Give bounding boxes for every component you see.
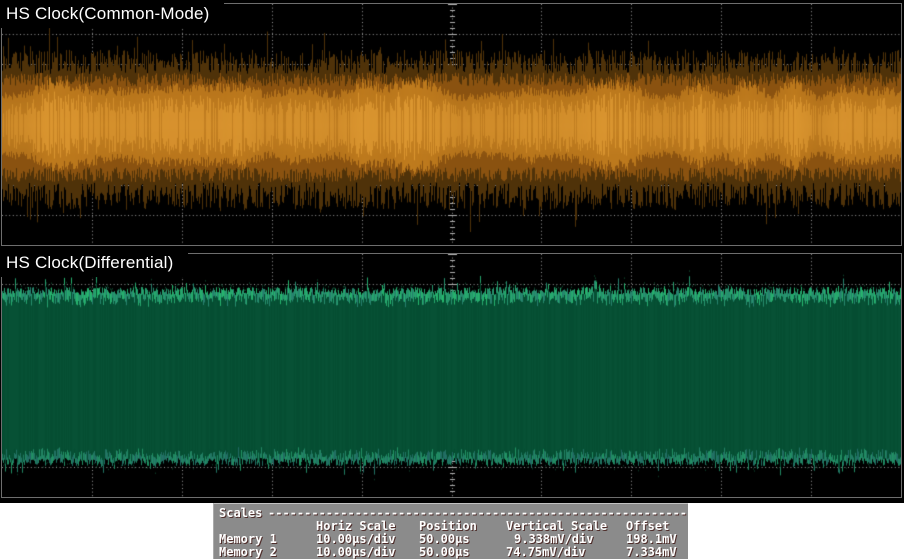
waveform-display-area: HS Clock(Common-Mode) HS Clock(Different… (0, 0, 904, 503)
scales-header-row: Horiz Scale Position Vertical Scale Offs… (214, 519, 688, 532)
vertical-scale-value: 9.338mV/div (514, 532, 593, 546)
position-value: 50.00µs (419, 545, 470, 559)
panel-differential (1, 253, 902, 498)
position-value: 50.00µs (419, 532, 470, 546)
scales-readout-panel: Scales ---------------------------------… (213, 503, 688, 559)
col-header-position: Position (419, 519, 477, 533)
panel-title-differential: HS Clock(Differential) (0, 250, 188, 277)
panel-common-mode (1, 3, 902, 246)
row-label: Memory 1 (219, 532, 277, 546)
vertical-scale-value: 74.75mV/div (506, 545, 585, 559)
offset-value: 198.1mV (626, 532, 677, 546)
scales-row-memory-1: Memory 1 10.00µs/div 50.00µs 9.338mV/div… (214, 532, 688, 545)
differential-waveform-canvas[interactable] (2, 254, 901, 497)
scales-title-dashes: ----------------------------------------… (268, 506, 687, 520)
oscilloscope-screenshot: HS Clock(Common-Mode) HS Clock(Different… (0, 0, 904, 559)
col-header-offset: Offset (626, 519, 669, 533)
row-label: Memory 2 (219, 545, 277, 559)
horiz-scale-value: 10.00µs/div (316, 545, 395, 559)
scales-row-memory-2: Memory 2 10.00µs/div 50.00µs 74.75mV/div… (214, 545, 688, 558)
scales-title-row: Scales ---------------------------------… (214, 506, 688, 519)
col-header-horiz-scale: Horiz Scale (316, 519, 395, 533)
common-mode-waveform-canvas[interactable] (2, 4, 901, 245)
scales-title: Scales (219, 506, 262, 520)
panel-title-common-mode: HS Clock(Common-Mode) (0, 1, 224, 28)
horiz-scale-value: 10.00µs/div (316, 532, 395, 546)
offset-value: 7.334mV (626, 545, 677, 559)
col-header-vertical-scale: Vertical Scale (506, 519, 607, 533)
